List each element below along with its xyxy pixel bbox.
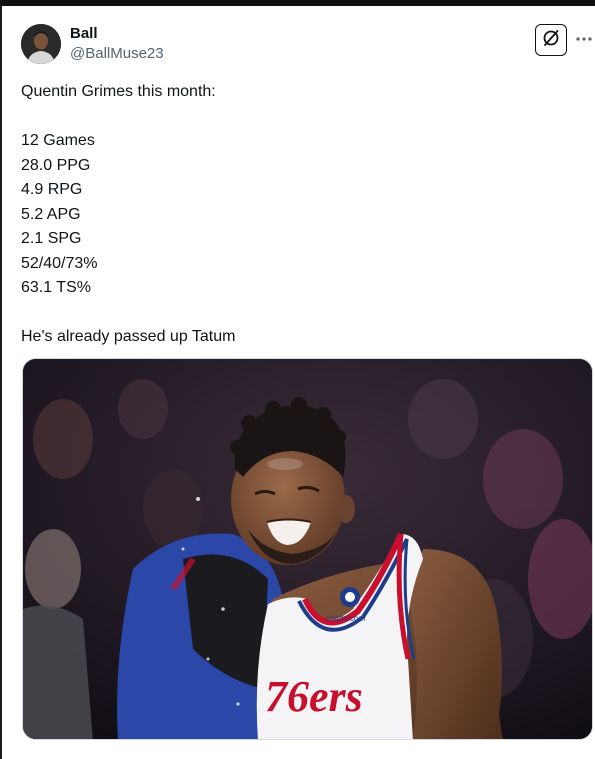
tweet-line-ppg: 28.0 PPG (21, 156, 91, 174)
jersey-sponsor-text: crypto.com (326, 614, 365, 623)
tweet-line-shooting-splits: 52/40/73% (21, 254, 98, 272)
tweet-line-spg: 2.1 SPG (21, 230, 82, 247)
tweet-text: Quentin Grimes this month: 12 Games 28.0… (21, 80, 571, 350)
tweet-line-ts: 63.1 TS% (21, 279, 91, 296)
author-handle[interactable]: @BallMuse23 (70, 45, 164, 63)
tweet-line-games: 12 Games (21, 132, 95, 149)
tweet-media-photo[interactable]: crypto.com 76ers (22, 358, 593, 740)
grok-button[interactable] (535, 24, 567, 56)
more-options-button[interactable] (575, 28, 593, 48)
tweet-line-apg: 5.2 APG (21, 205, 81, 223)
grok-icon (541, 28, 561, 53)
more-options-icon (575, 35, 593, 52)
window-left-edge (0, 6, 2, 759)
author-display-name[interactable]: Ball (70, 25, 98, 43)
tweet-line-intro: Quentin Grimes this month: (21, 83, 216, 100)
avatar[interactable] (21, 24, 61, 64)
tweet-line-conclusion: He's already passed up Tatum (21, 328, 236, 345)
window-top-edge (0, 0, 595, 6)
tweet-line-rpg: 4.9 RPG (21, 181, 83, 198)
jersey-lettering: 76ers (265, 672, 363, 721)
